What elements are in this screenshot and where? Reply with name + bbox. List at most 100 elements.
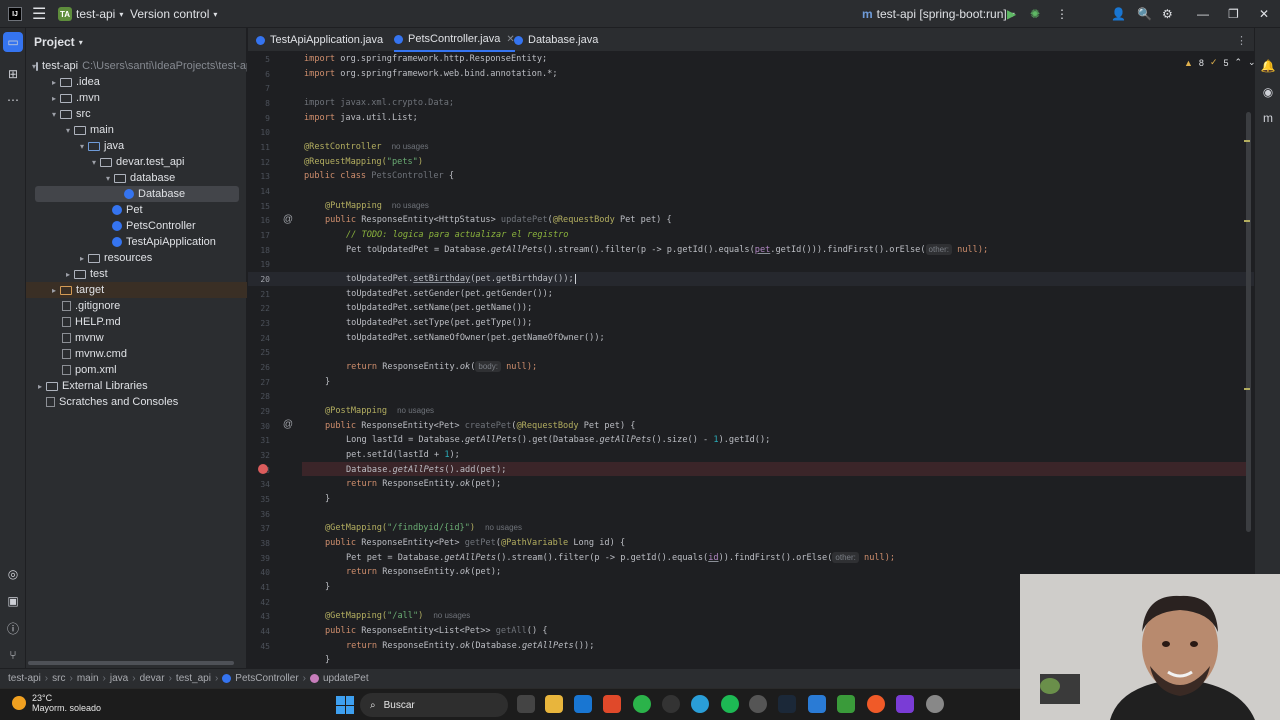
- git-tool-button[interactable]: ⑂: [0, 645, 26, 665]
- debug-button[interactable]: ✺: [1030, 0, 1040, 28]
- tab-database[interactable]: Database.java: [514, 28, 598, 52]
- vcs-widget[interactable]: Version control ▾: [130, 0, 217, 28]
- file-explorer-icon[interactable]: [545, 695, 563, 713]
- package-icon: [100, 157, 112, 167]
- breakpoint-icon[interactable]: [258, 464, 268, 474]
- task-view-icon[interactable]: [517, 695, 535, 713]
- warning-icon: ▲: [1184, 57, 1193, 68]
- code-line: public ResponseEntity<Pet> createPet(@Re…: [325, 421, 636, 431]
- tree-item-pom-xml[interactable]: pom.xml: [26, 362, 247, 378]
- more-tools-button[interactable]: ⋯: [0, 90, 26, 110]
- settings-button[interactable]: ⚙: [1162, 0, 1173, 28]
- more-actions-button[interactable]: ⋮: [1056, 0, 1068, 28]
- breadcrumb-item[interactable]: src: [52, 673, 65, 684]
- project-panel-header[interactable]: Project ▾: [34, 35, 83, 49]
- settings-taskbar-icon[interactable]: [926, 695, 944, 713]
- chevron-right-icon: ›: [44, 673, 49, 684]
- line-number: 41: [260, 583, 270, 592]
- tree-item-idea[interactable]: ▸ .idea: [26, 74, 247, 90]
- tree-item-mvn[interactable]: ▸ .mvn: [26, 90, 247, 106]
- breadcrumb-item[interactable]: test-api: [8, 673, 41, 684]
- class-icon: [514, 35, 523, 45]
- chevron-down-icon: ▾: [65, 125, 70, 135]
- tab-options-button[interactable]: ⋮: [1236, 28, 1247, 52]
- breadcrumb-item[interactable]: updatePet: [323, 673, 369, 684]
- steam-icon[interactable]: [778, 695, 796, 713]
- code-line: }: [325, 377, 331, 387]
- tree-item-main[interactable]: ▾ main: [26, 122, 247, 138]
- telegram-icon[interactable]: [691, 695, 709, 713]
- tree-item-target[interactable]: ▸ target: [26, 282, 247, 298]
- vertical-scrollbar[interactable]: [1246, 112, 1251, 532]
- tree-item-java[interactable]: ▾ java: [26, 138, 247, 154]
- project-tool-button[interactable]: ▭: [3, 32, 23, 52]
- maximize-button[interactable]: ❐: [1228, 0, 1239, 28]
- horizontal-scrollbar[interactable]: [28, 661, 234, 665]
- tree-item-testapiapplication[interactable]: TestApiApplication: [26, 234, 247, 250]
- tree-item-petscontroller[interactable]: PetsController: [26, 218, 247, 234]
- folder-icon: ▭: [7, 35, 19, 49]
- close-button[interactable]: ✕: [1259, 0, 1269, 28]
- project-widget[interactable]: TA test-api ▾: [58, 0, 123, 28]
- tab-testapiapplication[interactable]: TestApiApplication.java: [256, 28, 383, 52]
- structure-tool-button[interactable]: ⊞: [0, 64, 26, 84]
- breadcrumb-item[interactable]: test_api: [176, 673, 211, 684]
- spotify-icon[interactable]: [721, 695, 739, 713]
- spiral-icon: ◉: [1262, 85, 1274, 99]
- endpoint-gutter-icon[interactable]: @: [282, 419, 294, 431]
- minimize-icon: —: [1197, 7, 1209, 21]
- tree-item-test-api[interactable]: ▾ test-api C:\Users\santi\IdeaProjects\tes…: [26, 58, 247, 74]
- terminal-tool-button[interactable]: ▣: [0, 591, 26, 611]
- tree-item-mvnw[interactable]: mvnw: [26, 330, 247, 346]
- tree-item-scratches[interactable]: Scratches and Consoles: [26, 394, 247, 410]
- notifications-button[interactable]: 🔔: [1255, 56, 1280, 76]
- class-icon: [222, 674, 232, 683]
- weather-widget[interactable]: 23°C Mayorm. soleado: [12, 693, 101, 713]
- services-tool-button[interactable]: ◎: [0, 564, 26, 584]
- vscode-icon[interactable]: [808, 695, 826, 713]
- whatsapp-icon[interactable]: [633, 695, 651, 713]
- tree-item-database-class[interactable]: Database: [35, 186, 239, 202]
- breadcrumb-item[interactable]: main: [77, 673, 99, 684]
- taskbar-search[interactable]: ⌕ Buscar: [360, 693, 508, 717]
- problems-tool-button[interactable]: ⓘ: [0, 618, 26, 638]
- tree-item-help-md[interactable]: HELP.md: [26, 314, 247, 330]
- tree-item-resources[interactable]: ▸ resources: [26, 250, 247, 266]
- postman-icon[interactable]: [867, 695, 885, 713]
- code-line: public ResponseEntity<List<Pet>> getAll(…: [325, 626, 548, 636]
- tree-item-external-libraries[interactable]: ▸ External Libraries: [26, 378, 247, 394]
- tree-item-test[interactable]: ▸ test: [26, 266, 247, 282]
- tab-label: Database.java: [528, 34, 599, 46]
- notepad-icon[interactable]: [837, 695, 855, 713]
- search-everywhere-button[interactable]: 🔍: [1137, 0, 1152, 28]
- intellij-taskbar-icon[interactable]: [896, 695, 914, 713]
- media-player-icon[interactable]: [662, 695, 680, 713]
- maven-tool-button[interactable]: m: [1255, 108, 1280, 128]
- tree-item-mvnw-cmd[interactable]: mvnw.cmd: [26, 346, 247, 362]
- breadcrumb-item[interactable]: PetsController: [235, 673, 298, 684]
- breadcrumb-item[interactable]: java: [110, 673, 128, 684]
- run-button[interactable]: ▶: [1007, 0, 1016, 28]
- ai-assistant-button[interactable]: ◉: [1255, 82, 1280, 102]
- endpoint-gutter-icon[interactable]: @: [282, 214, 294, 226]
- app-logo[interactable]: IJ: [8, 0, 22, 28]
- code-line: public ResponseEntity<HttpStatus> update…: [325, 215, 672, 225]
- obs-icon[interactable]: [749, 695, 767, 713]
- code-with-me-button[interactable]: 👤: [1111, 0, 1126, 28]
- tree-item-package[interactable]: ▾ devar.test_api: [26, 154, 247, 170]
- start-button[interactable]: [336, 696, 354, 714]
- code-line: @GetMapping("/all") no usages: [325, 611, 471, 621]
- main-menu-button[interactable]: ☰: [32, 0, 46, 28]
- breadcrumb-item[interactable]: devar: [140, 673, 165, 684]
- line-number: 18: [260, 246, 270, 255]
- tree-item-gitignore[interactable]: .gitignore: [26, 298, 247, 314]
- tree-item-database-folder[interactable]: ▾ database: [26, 170, 247, 186]
- run-config-widget[interactable]: m test-api [spring-boot:run] ▾: [862, 0, 1015, 28]
- inspection-widget[interactable]: ▲ 8 ✓ 5 ⌃ ⌄: [1184, 57, 1254, 68]
- tree-item-src[interactable]: ▾ src: [26, 106, 247, 122]
- brave-icon[interactable]: [603, 695, 621, 713]
- tree-item-pet[interactable]: Pet: [26, 202, 247, 218]
- outlook-icon[interactable]: [574, 695, 592, 713]
- minimize-button[interactable]: —: [1197, 0, 1209, 28]
- tab-petscontroller[interactable]: PetsController.java ✕: [394, 28, 515, 52]
